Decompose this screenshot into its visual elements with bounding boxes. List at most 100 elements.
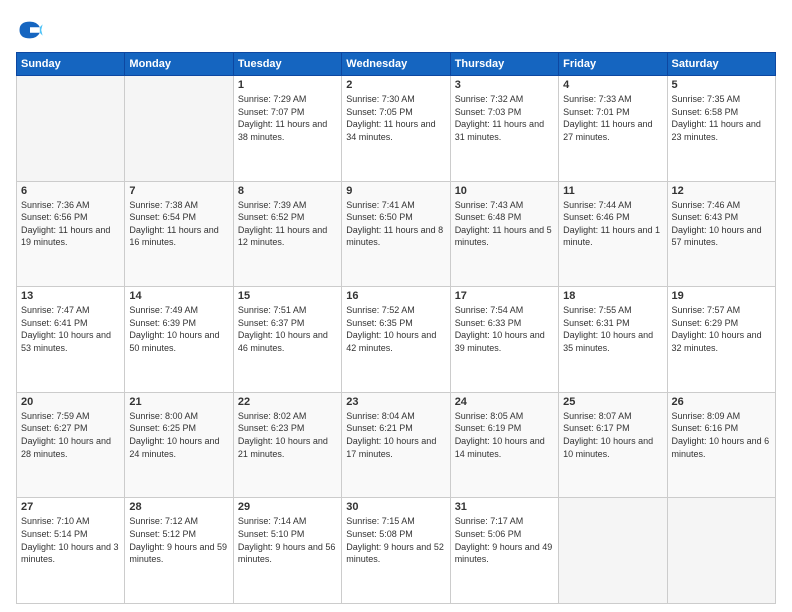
day-number: 7: [129, 185, 228, 197]
calendar-cell: 16 Sunrise: 7:52 AMSunset: 6:35 PMDayligh…: [342, 287, 450, 393]
weekday-header-saturday: Saturday: [667, 53, 775, 76]
day-number: 5: [672, 79, 771, 91]
weekday-header-friday: Friday: [559, 53, 667, 76]
day-number: 11: [563, 185, 662, 197]
calendar-cell: 26 Sunrise: 8:09 AMSunset: 6:16 PMDayligh…: [667, 392, 775, 498]
day-number: 16: [346, 290, 445, 302]
day-number: 14: [129, 290, 228, 302]
logo: [16, 16, 48, 44]
calendar-cell: 12 Sunrise: 7:46 AMSunset: 6:43 PMDayligh…: [667, 181, 775, 287]
day-number: 24: [455, 396, 554, 408]
day-info: Sunrise: 7:41 AMSunset: 6:50 PMDaylight:…: [346, 199, 445, 249]
calendar-cell: 31 Sunrise: 7:17 AMSunset: 5:06 PMDayligh…: [450, 498, 558, 604]
day-number: 26: [672, 396, 771, 408]
calendar-cell: 7 Sunrise: 7:38 AMSunset: 6:54 PMDaylight…: [125, 181, 233, 287]
calendar-cell: 15Sunrise: 7:51 AMSunset: 6:37 PMDayligh…: [233, 287, 341, 393]
calendar: SundayMondayTuesdayWednesdayThursdayFrid…: [16, 52, 776, 604]
day-info: Sunrise: 8:07 AMSunset: 6:17 PMDaylight:…: [563, 410, 662, 460]
day-info: Sunrise: 7:15 AMSunset: 5:08 PMDaylight:…: [346, 515, 445, 565]
day-info: Sunrise: 7:12 AMSunset: 5:12 PMDaylight:…: [129, 515, 228, 565]
weekday-header-thursday: Thursday: [450, 53, 558, 76]
calendar-cell: 17 Sunrise: 7:54 AMSunset: 6:33 PMDayligh…: [450, 287, 558, 393]
day-info: Sunrise: 7:46 AMSunset: 6:43 PMDaylight:…: [672, 199, 771, 249]
calendar-cell: 3 Sunrise: 7:32 AMSunset: 7:03 PMDaylight…: [450, 76, 558, 182]
day-info: Sunrise: 7:35 AMSunset: 6:58 PMDaylight:…: [672, 93, 771, 143]
calendar-cell: 1 Sunrise: 7:29 AMSunset: 7:07 PMDaylight…: [233, 76, 341, 182]
day-info: Sunrise: 7:29 AMSunset: 7:07 PMDaylight:…: [238, 93, 337, 143]
day-number: 30: [346, 501, 445, 513]
day-info: Sunrise: 7:49 AMSunset: 6:39 PMDaylight:…: [129, 304, 228, 354]
calendar-cell: 2 Sunrise: 7:30 AMSunset: 7:05 PMDaylight…: [342, 76, 450, 182]
calendar-cell: 10 Sunrise: 7:43 AMSunset: 6:48 PMDayligh…: [450, 181, 558, 287]
calendar-cell: [667, 498, 775, 604]
weekday-header-wednesday: Wednesday: [342, 53, 450, 76]
day-info: Sunrise: 7:55 AMSunset: 6:31 PMDaylight:…: [563, 304, 662, 354]
day-info: Sunrise: 7:30 AMSunset: 7:05 PMDaylight:…: [346, 93, 445, 143]
day-number: 19: [672, 290, 771, 302]
day-info: Sunrise: 8:00 AMSunset: 6:25 PMDaylight:…: [129, 410, 228, 460]
day-info: Sunrise: 7:36 AMSunset: 6:56 PMDaylight:…: [21, 199, 120, 249]
calendar-cell: 4 Sunrise: 7:33 AMSunset: 7:01 PMDaylight…: [559, 76, 667, 182]
calendar-cell: 27 Sunrise: 7:10 AMSunset: 5:14 PMDayligh…: [17, 498, 125, 604]
calendar-cell: 14 Sunrise: 7:49 AMSunset: 6:39 PMDayligh…: [125, 287, 233, 393]
calendar-cell: 30 Sunrise: 7:15 AMSunset: 5:08 PMDayligh…: [342, 498, 450, 604]
calendar-cell: 19 Sunrise: 7:57 AMSunset: 6:29 PMDayligh…: [667, 287, 775, 393]
day-number: 18: [563, 290, 662, 302]
day-info: Sunrise: 7:43 AMSunset: 6:48 PMDaylight:…: [455, 199, 554, 249]
calendar-cell: 28 Sunrise: 7:12 AMSunset: 5:12 PMDayligh…: [125, 498, 233, 604]
day-number: 8: [238, 185, 337, 197]
day-info: Sunrise: 7:39 AMSunset: 6:52 PMDaylight:…: [238, 199, 337, 249]
day-number: 1: [238, 79, 337, 91]
calendar-cell: 20 Sunrise: 7:59 AMSunset: 6:27 PMDayligh…: [17, 392, 125, 498]
weekday-header-sunday: Sunday: [17, 53, 125, 76]
day-info: Sunrise: 7:14 AMSunset: 5:10 PMDaylight:…: [238, 515, 337, 565]
day-info: Sunrise: 7:33 AMSunset: 7:01 PMDaylight:…: [563, 93, 662, 143]
calendar-cell: 22Sunrise: 8:02 AMSunset: 6:23 PMDayligh…: [233, 392, 341, 498]
day-number: 21: [129, 396, 228, 408]
day-number: 2: [346, 79, 445, 91]
day-number: 13: [21, 290, 120, 302]
calendar-cell: 23Sunrise: 8:04 AMSunset: 6:21 PMDayligh…: [342, 392, 450, 498]
calendar-cell: 6 Sunrise: 7:36 AMSunset: 6:56 PMDaylight…: [17, 181, 125, 287]
weekday-header-monday: Monday: [125, 53, 233, 76]
calendar-cell: [559, 498, 667, 604]
calendar-cell: 5 Sunrise: 7:35 AMSunset: 6:58 PMDaylight…: [667, 76, 775, 182]
logo-icon: [16, 16, 44, 44]
day-number: 28: [129, 501, 228, 513]
calendar-cell: [125, 76, 233, 182]
calendar-cell: 13 Sunrise: 7:47 AMSunset: 6:41 PMDayligh…: [17, 287, 125, 393]
day-number: 20: [21, 396, 120, 408]
day-number: 3: [455, 79, 554, 91]
day-info: Sunrise: 7:38 AMSunset: 6:54 PMDaylight:…: [129, 199, 228, 249]
day-info: Sunrise: 7:59 AMSunset: 6:27 PMDaylight:…: [21, 410, 120, 460]
calendar-cell: 18 Sunrise: 7:55 AMSunset: 6:31 PMDayligh…: [559, 287, 667, 393]
day-number: 25: [563, 396, 662, 408]
day-info: Sunrise: 8:05 AMSunset: 6:19 PMDaylight:…: [455, 410, 554, 460]
day-number: 10: [455, 185, 554, 197]
day-info: Sunrise: 7:47 AMSunset: 6:41 PMDaylight:…: [21, 304, 120, 354]
day-number: 31: [455, 501, 554, 513]
calendar-cell: 11 Sunrise: 7:44 AMSunset: 6:46 PMDayligh…: [559, 181, 667, 287]
day-number: 6: [21, 185, 120, 197]
calendar-cell: 9 Sunrise: 7:41 AMSunset: 6:50 PMDaylight…: [342, 181, 450, 287]
day-info: Sunrise: 7:52 AMSunset: 6:35 PMDaylight:…: [346, 304, 445, 354]
day-number: 27: [21, 501, 120, 513]
day-info: Sunrise: 8:09 AMSunset: 6:16 PMDaylight:…: [672, 410, 771, 460]
day-info: Sunrise: 7:57 AMSunset: 6:29 PMDaylight:…: [672, 304, 771, 354]
day-info: Sunrise: 7:54 AMSunset: 6:33 PMDaylight:…: [455, 304, 554, 354]
calendar-cell: 24 Sunrise: 8:05 AMSunset: 6:19 PMDayligh…: [450, 392, 558, 498]
day-info: Sunrise: 7:17 AMSunset: 5:06 PMDaylight:…: [455, 515, 554, 565]
day-number: 12: [672, 185, 771, 197]
day-info: Sunrise: 8:02 AMSunset: 6:23 PMDaylight:…: [238, 410, 337, 460]
day-info: Sunrise: 7:44 AMSunset: 6:46 PMDaylight:…: [563, 199, 662, 249]
day-number: 17: [455, 290, 554, 302]
calendar-cell: 29Sunrise: 7:14 AMSunset: 5:10 PMDayligh…: [233, 498, 341, 604]
day-info: Sunrise: 7:10 AMSunset: 5:14 PMDaylight:…: [21, 515, 120, 565]
calendar-cell: 8 Sunrise: 7:39 AMSunset: 6:52 PMDaylight…: [233, 181, 341, 287]
day-number: 23: [346, 396, 445, 408]
day-info: Sunrise: 7:32 AMSunset: 7:03 PMDaylight:…: [455, 93, 554, 143]
weekday-header-tuesday: Tuesday: [233, 53, 341, 76]
calendar-cell: 25 Sunrise: 8:07 AMSunset: 6:17 PMDayligh…: [559, 392, 667, 498]
day-number: 9: [346, 185, 445, 197]
day-number: 4: [563, 79, 662, 91]
